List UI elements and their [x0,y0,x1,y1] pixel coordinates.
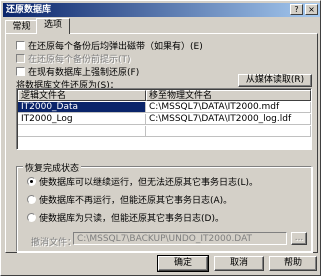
empty-cell [146,126,311,137]
radio-nonoperational[interactable] [27,195,36,204]
file-grid: 逻辑文件名 移至物理文件名 IT2000_Data C:\MSSQL7\DATA… [16,88,312,150]
prompt-before-option: 在还原每个备份前提示(T) [16,54,131,65]
radio-readonly[interactable] [27,213,36,222]
close-button[interactable]: × [305,4,318,15]
recovery-option-readonly[interactable]: 使数据库为只读，但能还原其它事务日志(D)。 [27,213,224,224]
radio-operational-label: 使数据库可以继续运行，但无法还原其它事务日志(L)。 [39,178,259,188]
column-logical-name[interactable]: 逻辑文件名 [18,90,146,101]
help-button[interactable]: 帮助 [269,256,317,271]
eject-tapes-option[interactable]: 在还原每个备份后均弹出磁带（如果有）(E) [16,41,203,52]
browse-undo-button: ... [291,232,307,245]
logical-name-cell[interactable]: IT2000_Data [18,102,146,113]
help-title-button[interactable]: ? [290,4,303,15]
eject-tapes-label: 在还原每个备份后均弹出磁带（如果有）(E) [28,42,203,52]
tab-general[interactable]: 常规 [5,20,38,34]
undo-file-label: 撤消文件： [31,238,77,248]
title-bar: 还原数据库 [3,3,320,17]
radio-operational[interactable] [27,177,36,186]
physical-name-cell[interactable]: C:\MSSQL7\DATA\IT2000.mdf [146,102,311,113]
tab-options[interactable]: 选项 [36,18,70,34]
recovery-state-group: 恢复完成状态 使数据库可以继续运行，但无法还原其它事务日志(L)。 使数据库不再… [16,161,312,252]
column-physical-name[interactable]: 移至物理文件名 [146,90,311,101]
force-restore-checkbox[interactable] [16,67,25,76]
physical-name-cell[interactable]: C:\MSSQL7\DATA\IT2000_log.ldf [146,114,311,125]
logical-name-cell[interactable]: IT2000_Log [18,114,146,125]
options-panel: 在还原每个备份后均弹出磁带（如果有）(E) 在还原每个备份前提示(T) 在现有数… [5,33,318,253]
radio-readonly-label: 使数据库为只读，但能还原其它事务日志(D)。 [39,214,224,224]
ok-button[interactable]: 确定 [157,255,209,272]
prompt-before-checkbox [16,54,25,63]
restore-database-dialog: 还原数据库 ? × 常规 选项 在还原每个备份后均弹出磁带（如果有）(E) 在还… [0,0,321,276]
eject-tapes-checkbox[interactable] [16,41,25,50]
radio-nonoperational-label: 使数据库不再运行，但能还原其它事务日志(A)。 [39,196,233,206]
cancel-button[interactable]: 取消 [214,256,264,271]
recovery-option-operational[interactable]: 使数据库可以继续运行，但无法还原其它事务日志(L)。 [27,177,258,188]
recovery-group-title: 恢复完成状态 [23,161,82,174]
read-from-media-button[interactable]: 从媒体读取(R) [238,74,312,87]
prompt-before-label: 在还原每个备份前提示(T) [28,55,131,65]
undo-file-input: C:\MSSQL7\BACKUP\UNDO_IT2000.DAT [73,232,287,245]
force-restore-option[interactable]: 在现有数据库上强制还原(F) [16,67,139,78]
window-title: 还原数据库 [6,5,52,15]
empty-cell [18,126,146,137]
force-restore-label: 在现有数据库上强制还原(F) [28,68,140,78]
recovery-option-nonoperational[interactable]: 使数据库不再运行，但能还原其它事务日志(A)。 [27,195,232,206]
